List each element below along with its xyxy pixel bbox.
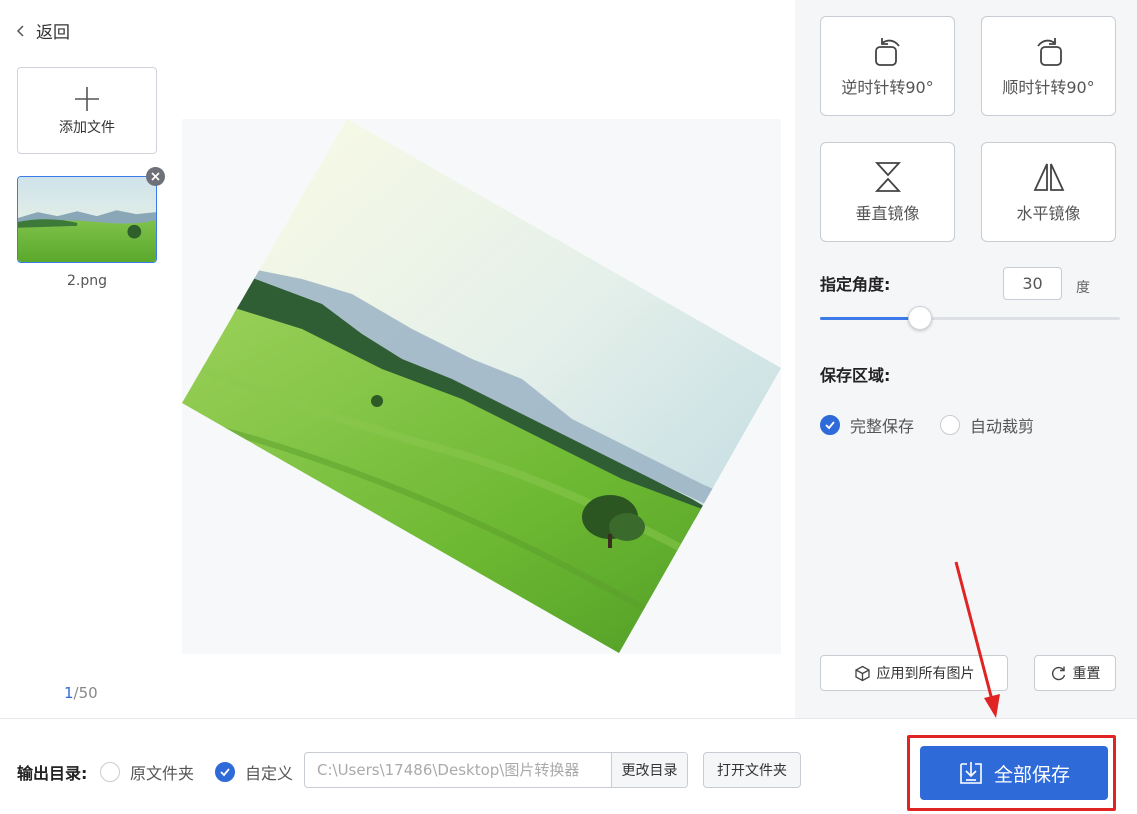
output-path-text[interactable]: C:\Users\17486\Desktop\图片转换器 xyxy=(305,753,611,787)
radio-checked-icon xyxy=(215,762,235,782)
save-all-button[interactable]: 全部保存 xyxy=(920,746,1108,800)
page-current: 1 xyxy=(64,684,74,702)
save-area-full-label: 完整保存 xyxy=(850,417,915,436)
radio-unchecked-icon xyxy=(100,762,120,782)
save-area-crop-label: 自动裁剪 xyxy=(970,417,1035,436)
radio-unchecked-icon xyxy=(940,415,960,435)
save-area-crop-option[interactable]: 自动裁剪 xyxy=(940,413,1034,437)
page-total: /50 xyxy=(73,684,98,702)
close-icon xyxy=(151,172,160,181)
angle-slider-fill xyxy=(820,317,920,320)
output-custom-label: 自定义 xyxy=(245,764,294,783)
cube-icon xyxy=(854,665,870,681)
rotate-ccw-button[interactable]: 逆时针转90° xyxy=(820,16,955,116)
angle-unit: 度 xyxy=(1076,280,1090,296)
plus-icon xyxy=(75,86,99,111)
angle-label: 指定角度: xyxy=(820,275,891,294)
image-preview xyxy=(182,119,781,654)
chevron-left-icon xyxy=(16,24,24,37)
download-icon xyxy=(960,762,982,784)
add-file-button[interactable]: 添加文件 xyxy=(17,67,157,154)
rotate-cw-icon xyxy=(1036,38,1062,66)
open-folder-button[interactable]: 打开文件夹 xyxy=(703,752,801,788)
add-file-label: 添加文件 xyxy=(59,119,115,136)
rotated-landscape-image xyxy=(182,119,781,653)
output-original-option[interactable]: 原文件夹 xyxy=(100,760,194,784)
landscape-thumbnail-image xyxy=(18,177,156,262)
save-area-label: 保存区域: xyxy=(820,366,891,385)
angle-input[interactable] xyxy=(1003,267,1062,300)
refresh-icon xyxy=(1051,666,1065,680)
apply-all-button[interactable]: 应用到所有图片 xyxy=(820,655,1008,691)
apply-all-label: 应用到所有图片 xyxy=(876,666,975,682)
rotate-cw-button[interactable]: 顺时针转90° xyxy=(981,16,1116,116)
back-button[interactable]: 返回 xyxy=(14,18,70,43)
output-original-label: 原文件夹 xyxy=(130,764,195,783)
output-custom-option[interactable]: 自定义 xyxy=(215,760,293,784)
remove-file-button[interactable] xyxy=(146,167,165,186)
flip-horizontal-icon xyxy=(1033,163,1064,191)
rotate-ccw-label: 逆时针转90° xyxy=(841,78,934,97)
radio-checked-icon xyxy=(820,415,840,435)
save-all-label: 全部保存 xyxy=(993,763,1070,786)
file-thumbnail[interactable] xyxy=(17,176,157,263)
reset-button[interactable]: 重置 xyxy=(1034,655,1116,691)
flip-vertical-button[interactable]: 垂直镜像 xyxy=(820,142,955,242)
flip-vertical-label: 垂直镜像 xyxy=(855,204,920,223)
flip-horizontal-label: 水平镜像 xyxy=(1016,204,1081,223)
back-label: 返回 xyxy=(36,23,70,43)
flip-horizontal-button[interactable]: 水平镜像 xyxy=(981,142,1116,242)
reset-label: 重置 xyxy=(1072,666,1101,682)
output-dir-label: 输出目录: xyxy=(17,764,88,783)
angle-slider[interactable] xyxy=(820,317,1120,320)
file-name: 2.png xyxy=(66,273,107,289)
rotate-ccw-icon xyxy=(874,38,900,66)
save-area-full-option[interactable]: 完整保存 xyxy=(820,413,914,437)
change-dir-button[interactable]: 更改目录 xyxy=(611,753,687,787)
angle-slider-handle[interactable] xyxy=(908,306,932,330)
flip-vertical-icon xyxy=(874,162,901,192)
output-path-field[interactable]: C:\Users\17486\Desktop\图片转换器 更改目录 xyxy=(304,752,688,788)
rotate-cw-label: 顺时针转90° xyxy=(1002,78,1095,97)
page-indicator: 1/50 xyxy=(64,684,98,702)
